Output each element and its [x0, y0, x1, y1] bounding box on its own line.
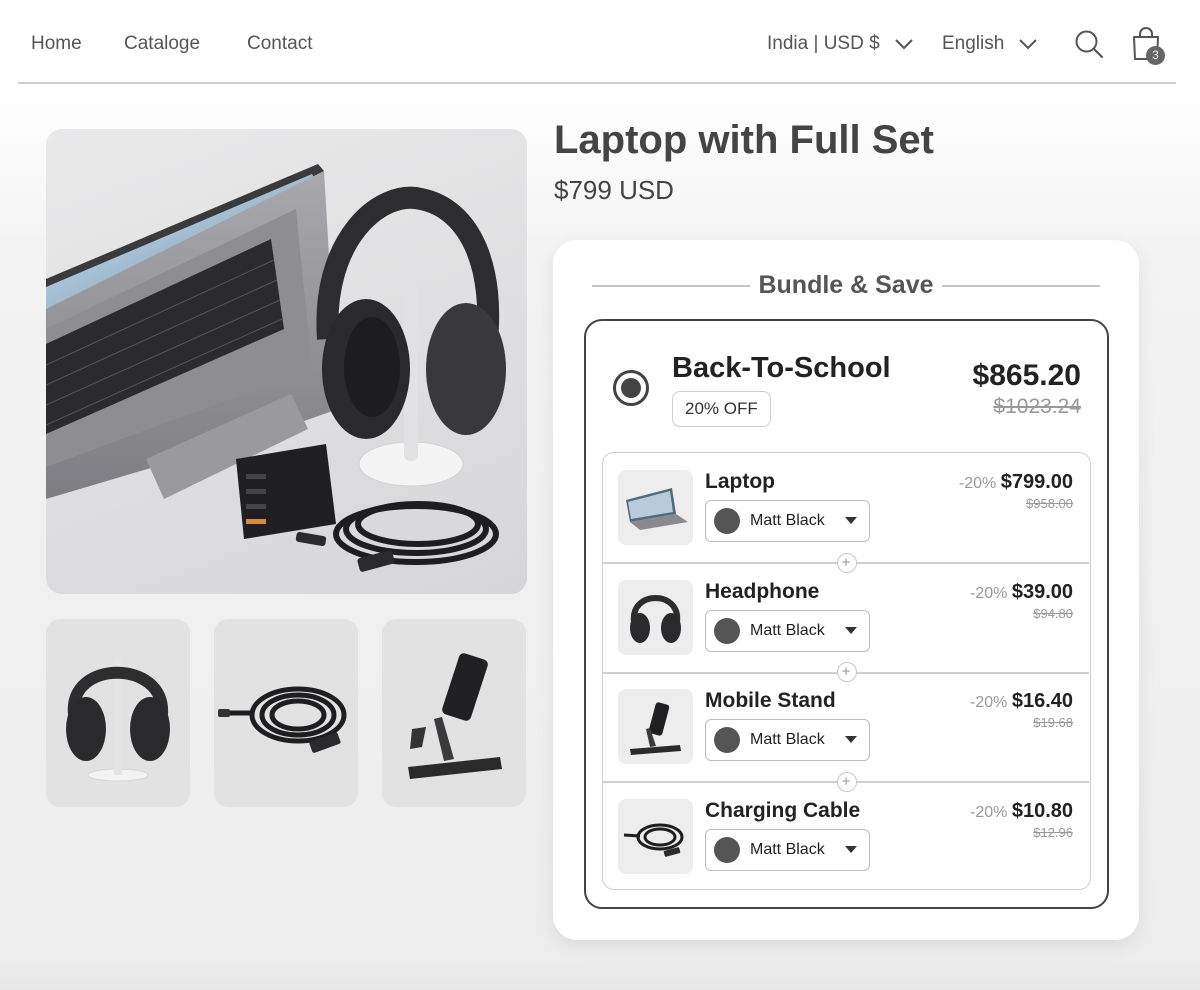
- headphone-thumbnail-image: [66, 659, 170, 782]
- variant-select[interactable]: Matt Black: [705, 500, 870, 542]
- thumbnail-mobile-stand[interactable]: [382, 619, 526, 807]
- bundle-heading: Bundle & Save: [553, 271, 1139, 300]
- cart-count-badge: 3: [1146, 46, 1165, 65]
- caret-down-icon: [845, 517, 857, 524]
- site-header: Home Cataloge Contact India | USD $ Engl…: [0, 0, 1200, 84]
- nav-contact-link[interactable]: Contact: [247, 33, 312, 55]
- color-swatch: [714, 837, 740, 863]
- mobile-stand-thumbnail-image: [408, 653, 502, 779]
- bundle-card: Bundle & Save Back-To-School 20% OFF $86…: [553, 240, 1139, 940]
- variant-select[interactable]: Matt Black: [705, 719, 870, 761]
- bundle-offer-option[interactable]: Back-To-School 20% OFF $865.20 $1023.24 …: [584, 319, 1109, 909]
- item-name: Mobile Stand: [705, 689, 836, 712]
- color-swatch: [714, 508, 740, 534]
- item-price: $16.40: [1011, 690, 1073, 712]
- chevron-down-icon: [894, 39, 913, 50]
- item-price-line: -20% $39.00: [970, 581, 1073, 604]
- offer-compare-price: $1023.24: [993, 395, 1081, 418]
- bundle-item-laptop: Laptop Matt Black -20% $799.00 $958.00: [603, 453, 1089, 562]
- thumbnail-headphone[interactable]: [46, 619, 190, 807]
- laptop-icon: [626, 488, 688, 530]
- variant-label: Matt Black: [750, 841, 825, 858]
- item-discount: -20%: [958, 475, 997, 492]
- nav-home-link[interactable]: Home: [31, 33, 82, 55]
- variant-select[interactable]: Matt Black: [705, 610, 870, 652]
- variant-select[interactable]: Matt Black: [705, 829, 870, 871]
- item-price-line: -20% $16.40: [970, 690, 1073, 713]
- offer-price: $865.20: [972, 359, 1081, 392]
- variant-label: Matt Black: [750, 512, 825, 529]
- charging-cable-thumbnail: [618, 799, 693, 874]
- cable-thumbnail-image: [218, 686, 347, 753]
- headphone-icon: [630, 595, 681, 643]
- item-price-line: -20% $10.80: [970, 800, 1073, 823]
- offer-name: Back-To-School: [672, 352, 891, 384]
- item-discount: -20%: [970, 585, 1008, 602]
- item-price: $10.80: [1011, 800, 1073, 822]
- chevron-down-icon: [1019, 39, 1038, 50]
- item-name: Laptop: [705, 470, 775, 493]
- caret-down-icon: [845, 627, 857, 634]
- laptop-thumbnail: [618, 470, 693, 545]
- variant-label: Matt Black: [750, 622, 825, 639]
- item-discount: -20%: [970, 694, 1008, 711]
- item-compare-price: $94.80: [1033, 606, 1073, 621]
- caret-down-icon: [845, 846, 857, 853]
- laptop-full-set-illustration: [46, 164, 506, 572]
- product-title: Laptop with Full Set: [554, 118, 934, 162]
- item-discount: -20%: [970, 804, 1008, 821]
- language-selector[interactable]: English: [942, 33, 1038, 55]
- variant-label: Matt Black: [750, 731, 825, 748]
- offer-discount-badge: 20% OFF: [672, 391, 771, 427]
- region-currency-selector[interactable]: India | USD $: [767, 33, 914, 55]
- item-price: $39.00: [1011, 581, 1073, 603]
- bundle-item-charging-cable: Charging Cable Matt Black -20% $10.80 $1…: [603, 782, 1089, 891]
- header-divider: [18, 82, 1176, 84]
- item-name: Charging Cable: [705, 799, 861, 822]
- item-compare-price: $12.96: [1033, 825, 1073, 840]
- nav-cataloge-link[interactable]: Cataloge: [124, 33, 200, 55]
- caret-down-icon: [845, 736, 857, 743]
- bundle-item-mobile-stand: Mobile Stand Matt Black -20% $16.40 $19.…: [603, 672, 1089, 781]
- radio-selected-dot: [621, 378, 641, 398]
- color-swatch: [714, 727, 740, 753]
- language-label: English: [942, 33, 1005, 54]
- bundle-item-headphone: Headphone Matt Black -20% $39.00 $94.80: [603, 563, 1089, 672]
- item-price: $799.00: [1000, 471, 1073, 493]
- item-price-line: -20% $799.00: [959, 471, 1073, 494]
- item-compare-price: $958.00: [1026, 496, 1073, 511]
- bundle-items-list: Laptop Matt Black -20% $799.00 $958.00 H…: [602, 452, 1091, 890]
- charging-cable-icon: [623, 823, 684, 857]
- mobile-stand-icon: [630, 702, 681, 755]
- item-name: Headphone: [705, 580, 820, 603]
- thumbnail-charging-cable[interactable]: [214, 619, 358, 807]
- main-product-image[interactable]: [46, 129, 527, 594]
- mobile-stand-thumbnail: [618, 689, 693, 764]
- headphone-thumbnail: [618, 580, 693, 655]
- product-price: $799 USD: [554, 175, 674, 205]
- bundle-heading-text: Bundle & Save: [750, 271, 942, 299]
- offer-radio-button[interactable]: [613, 370, 649, 406]
- color-swatch: [714, 618, 740, 644]
- region-currency-label: India | USD $: [767, 33, 880, 54]
- search-icon[interactable]: [1074, 29, 1104, 59]
- item-compare-price: $19.68: [1033, 715, 1073, 730]
